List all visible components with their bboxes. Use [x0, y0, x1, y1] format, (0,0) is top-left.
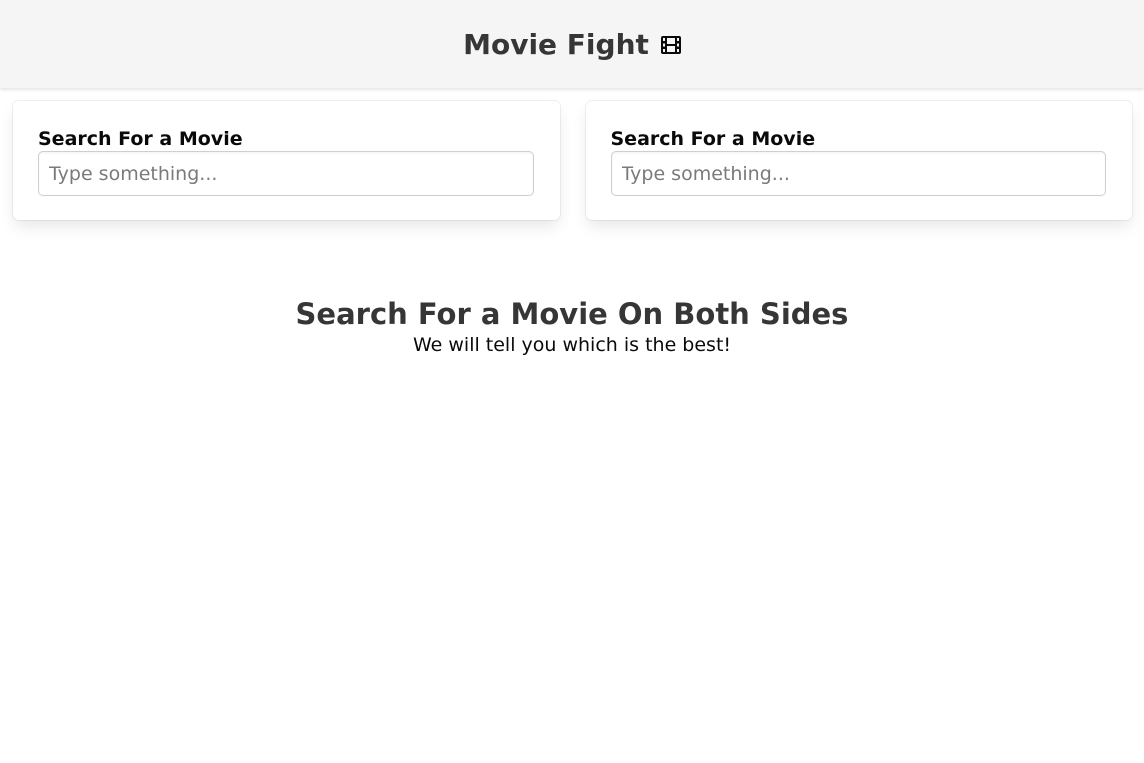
- right-search-panel: Search For a Movie: [585, 101, 1132, 220]
- right-column: Search For a Movie: [585, 101, 1132, 220]
- left-column: Search For a Movie: [13, 101, 560, 220]
- right-search-label: Search For a Movie: [610, 128, 816, 150]
- app-title-group: Movie Fight: [463, 28, 681, 61]
- film-icon: [660, 36, 681, 54]
- left-search-label: Search For a Movie: [38, 128, 243, 150]
- tutorial-title: Search For a Movie On Both Sides: [295, 297, 849, 331]
- left-search-input[interactable]: [38, 151, 534, 196]
- tutorial-subtitle: We will tell you which is the best!: [412, 334, 732, 356]
- tutorial-section: Search For a Movie On Both Sides We will…: [0, 296, 1144, 358]
- search-columns: Search For a Movie Search For a Movie: [0, 88, 1144, 220]
- app-title: Movie Fight: [463, 27, 649, 61]
- right-search-input[interactable]: [610, 151, 1106, 196]
- left-search-panel: Search For a Movie: [13, 101, 560, 220]
- app-header: Movie Fight: [0, 0, 1144, 88]
